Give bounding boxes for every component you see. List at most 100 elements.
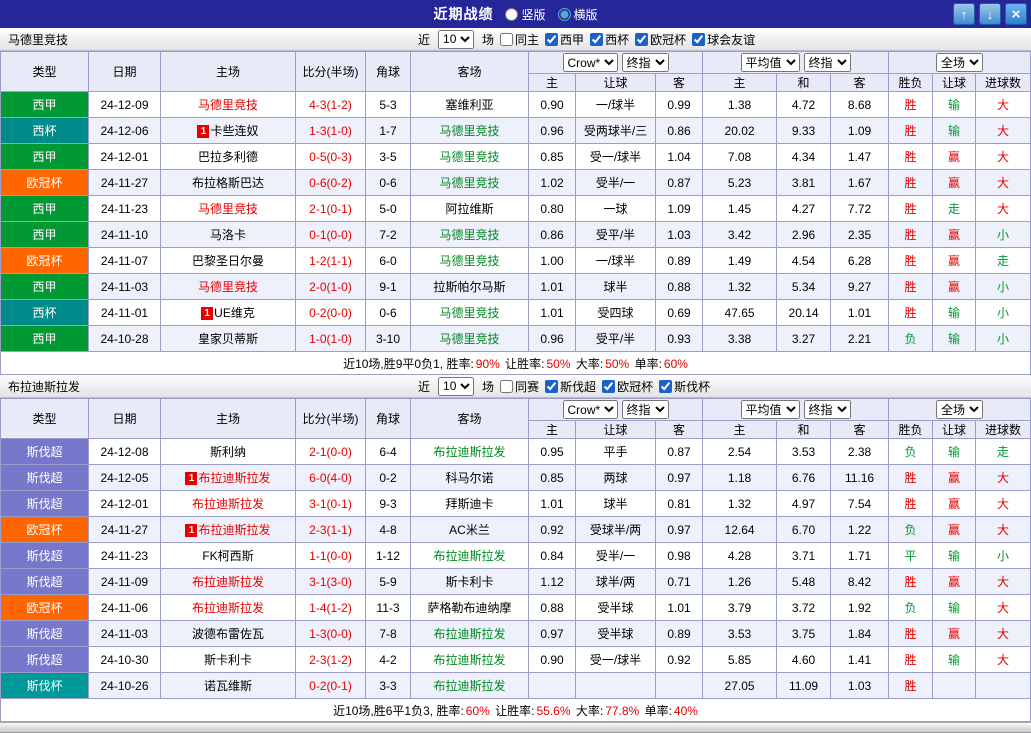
home-team-link[interactable]: 斯卡利卡	[204, 653, 252, 667]
filter-3[interactable]: 欧冠杯	[635, 31, 686, 48]
filter-checkbox[interactable]	[545, 380, 558, 393]
home-team-link[interactable]: 布拉迪斯拉发	[192, 575, 264, 589]
away-team-link[interactable]: 拉斯帕尔马斯	[433, 280, 505, 294]
away-team-link[interactable]: 马德里竞技	[439, 332, 499, 346]
home-team-link[interactable]: 巴黎圣日尔曼	[192, 254, 264, 268]
home-team-link[interactable]: 布拉迪斯拉发	[192, 497, 264, 511]
home-team-link[interactable]: 卡些连奴	[210, 124, 258, 138]
handicap-odds-away: 1.01	[656, 595, 703, 621]
result-header: 全场	[889, 399, 1031, 421]
away-team-link[interactable]: 马德里竞技	[439, 306, 499, 320]
home-team-link[interactable]: 诺瓦维斯	[204, 679, 252, 693]
filter-checkbox[interactable]	[635, 33, 648, 46]
match-count-select[interactable]: 10	[438, 30, 474, 49]
filter-checkbox[interactable]	[602, 380, 615, 393]
summary-part: 近10场,胜9平0负1, 胜率:	[343, 357, 474, 371]
avg-away-odds: 8.42	[831, 569, 889, 595]
home-team-link[interactable]: 布拉格斯巴达	[192, 176, 264, 190]
layout-radio-horizontal[interactable]: 横版	[558, 6, 598, 23]
score-cell: 1-3(0-0)	[296, 621, 366, 647]
handicap-line: 两球	[576, 465, 656, 491]
avg-time-select[interactable]: 终指	[804, 400, 851, 419]
away-team-link[interactable]: 马德里竞技	[439, 176, 499, 190]
result-goals: 小	[976, 326, 1031, 352]
away-team-link[interactable]: 布拉迪斯拉发	[433, 549, 505, 563]
away-team-link[interactable]: 拜斯迪卡	[445, 497, 493, 511]
home-team-link[interactable]: 斯利纳	[210, 445, 246, 459]
filter-2[interactable]: 欧冠杯	[602, 378, 653, 395]
filter-0[interactable]: 同赛	[500, 378, 539, 395]
scroll-up-button[interactable]: ↑	[953, 3, 975, 25]
filter-checkbox[interactable]	[692, 33, 705, 46]
away-team-link[interactable]: 布拉迪斯拉发	[433, 653, 505, 667]
filter-label: 斯伐超	[560, 378, 596, 395]
result-handicap: 赢	[933, 491, 976, 517]
away-team-link[interactable]: 斯卡利卡	[445, 575, 493, 589]
match-row: 斯伐杯24-10-26诺瓦维斯0-2(0-1)3-3布拉迪斯拉发27.0511.…	[1, 673, 1031, 699]
filter-checkbox[interactable]	[590, 33, 603, 46]
away-team-link[interactable]: 马德里竞技	[439, 124, 499, 138]
filter-4[interactable]: 球会友谊	[692, 31, 755, 48]
away-team-link[interactable]: 科马尔诺	[445, 471, 493, 485]
match-row: 欧冠杯24-11-271布拉迪斯拉发2-3(1-1)4-8AC米兰0.92受球半…	[1, 517, 1031, 543]
home-team-link[interactable]: 马德里竞技	[198, 202, 258, 216]
away-team-link[interactable]: 塞维利亚	[445, 98, 493, 112]
filter-3[interactable]: 斯伐杯	[659, 378, 710, 395]
filter-checkbox[interactable]	[659, 380, 672, 393]
layout-radio-vertical[interactable]: 竖版	[505, 6, 545, 23]
result-handicap: 输	[933, 543, 976, 569]
home-cell: 1布拉迪斯拉发	[161, 517, 296, 543]
home-team-link[interactable]: 布拉迪斯拉发	[198, 471, 270, 485]
home-team-link[interactable]: 马洛卡	[210, 228, 246, 242]
odds-source-select[interactable]: Crow*	[563, 400, 618, 419]
corners-cell: 4-8	[366, 517, 411, 543]
home-cell: 布拉迪斯拉发	[161, 595, 296, 621]
home-team-link[interactable]: FK柯西斯	[202, 549, 253, 563]
home-team-link[interactable]: UE维克	[214, 306, 255, 320]
home-team-link[interactable]: 马德里竞技	[198, 98, 258, 112]
layout-radio-vertical-input[interactable]	[505, 8, 518, 21]
layout-radio-horizontal-input[interactable]	[558, 8, 571, 21]
period-select[interactable]: 全场	[936, 400, 983, 419]
filter-1[interactable]: 斯伐超	[545, 378, 596, 395]
away-team-link[interactable]: 布拉迪斯拉发	[433, 445, 505, 459]
scroll-down-button[interactable]: ↓	[979, 3, 1001, 25]
away-team-link[interactable]: 阿拉维斯	[445, 202, 493, 216]
handicap-odds-home: 0.96	[529, 326, 576, 352]
match-count-select[interactable]: 10	[438, 377, 474, 396]
avg-source-select[interactable]: 平均值	[741, 53, 800, 72]
away-team-link[interactable]: AC米兰	[449, 523, 490, 537]
away-team-link[interactable]: 布拉迪斯拉发	[433, 627, 505, 641]
odds-time-select[interactable]: 终指	[622, 53, 669, 72]
away-team-link[interactable]: 布拉迪斯拉发	[433, 679, 505, 693]
filter-2[interactable]: 西杯	[590, 31, 629, 48]
filter-checkbox[interactable]	[500, 33, 513, 46]
avg-time-select[interactable]: 终指	[804, 53, 851, 72]
away-team-link[interactable]: 马德里竞技	[439, 228, 499, 242]
filter-1[interactable]: 西甲	[545, 31, 584, 48]
date-cell: 24-12-08	[89, 439, 161, 465]
filter-0[interactable]: 同主	[500, 31, 539, 48]
avg-away-odds: 1.09	[831, 118, 889, 144]
home-team-link[interactable]: 马德里竞技	[198, 280, 258, 294]
filter-checkbox[interactable]	[545, 33, 558, 46]
home-cell: 布拉迪斯拉发	[161, 569, 296, 595]
away-team-link[interactable]: 萨格勒布迪纳摩	[427, 601, 511, 615]
odds-time-select[interactable]: 终指	[622, 400, 669, 419]
away-team-link[interactable]: 马德里竞技	[439, 254, 499, 268]
result-wdl: 胜	[889, 647, 933, 673]
odds-source-select[interactable]: Crow*	[563, 53, 618, 72]
period-select[interactable]: 全场	[936, 53, 983, 72]
home-team-link[interactable]: 布拉迪斯拉发	[198, 523, 270, 537]
away-team-link[interactable]: 马德里竞技	[439, 150, 499, 164]
home-team-link[interactable]: 波德布雷佐瓦	[192, 627, 264, 641]
close-button[interactable]: ×	[1005, 3, 1027, 25]
redcard-badge: 1	[201, 307, 213, 320]
result-goals: 走	[976, 439, 1031, 465]
home-team-link[interactable]: 巴拉多利德	[198, 150, 258, 164]
filter-checkbox[interactable]	[500, 380, 513, 393]
avg-source-select[interactable]: 平均值	[741, 400, 800, 419]
home-team-link[interactable]: 布拉迪斯拉发	[192, 601, 264, 615]
home-team-link[interactable]: 皇家贝蒂斯	[198, 332, 258, 346]
handicap-line: 球半	[576, 274, 656, 300]
